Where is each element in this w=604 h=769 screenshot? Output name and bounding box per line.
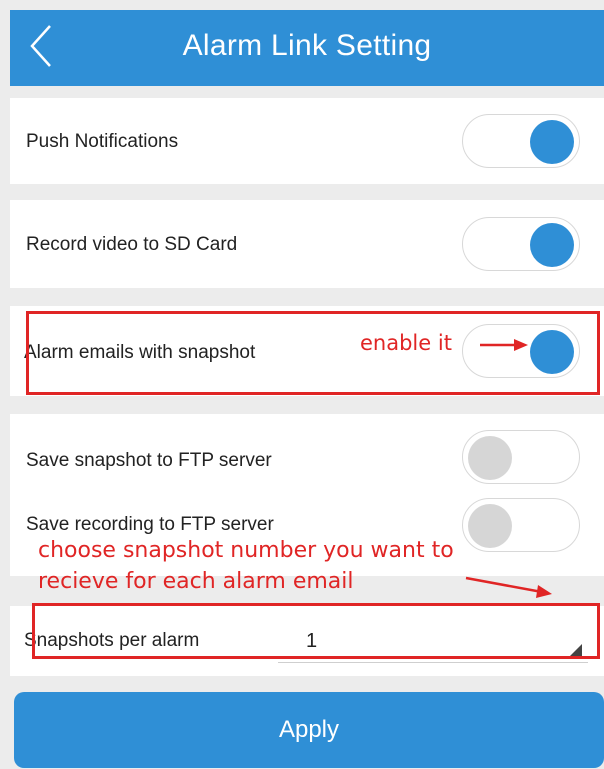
toggle-knob <box>468 504 512 548</box>
push-notifications-toggle[interactable] <box>462 114 580 168</box>
highlight-box-alarm-emails <box>26 311 600 395</box>
toggle-knob <box>530 120 574 164</box>
app-header: Alarm Link Setting <box>10 10 604 86</box>
setting-row-push-notifications: Push Notifications <box>10 98 604 184</box>
toggle-knob <box>468 436 512 480</box>
save-snapshot-ftp-toggle[interactable] <box>462 430 580 484</box>
setting-label: Save snapshot to FTP server <box>26 450 272 471</box>
save-recording-ftp-toggle[interactable] <box>462 498 580 552</box>
setting-label: Push Notifications <box>26 131 179 152</box>
annotation-enable-it: enable it <box>360 331 452 355</box>
setting-label: Save recording to FTP server <box>26 514 274 535</box>
toggle-knob <box>530 223 574 267</box>
record-sd-toggle[interactable] <box>462 217 580 271</box>
apply-button[interactable]: Apply <box>14 692 604 768</box>
annotation-choose-line1: choose snapshot number you want to <box>38 538 454 563</box>
arrow-right-icon <box>480 339 528 351</box>
highlight-box-snapshots <box>32 603 600 659</box>
setting-label: Record video to SD Card <box>26 234 238 255</box>
page-title: Alarm Link Setting <box>182 29 432 62</box>
arrow-diagonal-icon <box>465 576 552 598</box>
setting-row-record-sd: Record video to SD Card <box>10 200 604 288</box>
annotation-choose-line2: recieve for each alarm email <box>38 569 354 594</box>
